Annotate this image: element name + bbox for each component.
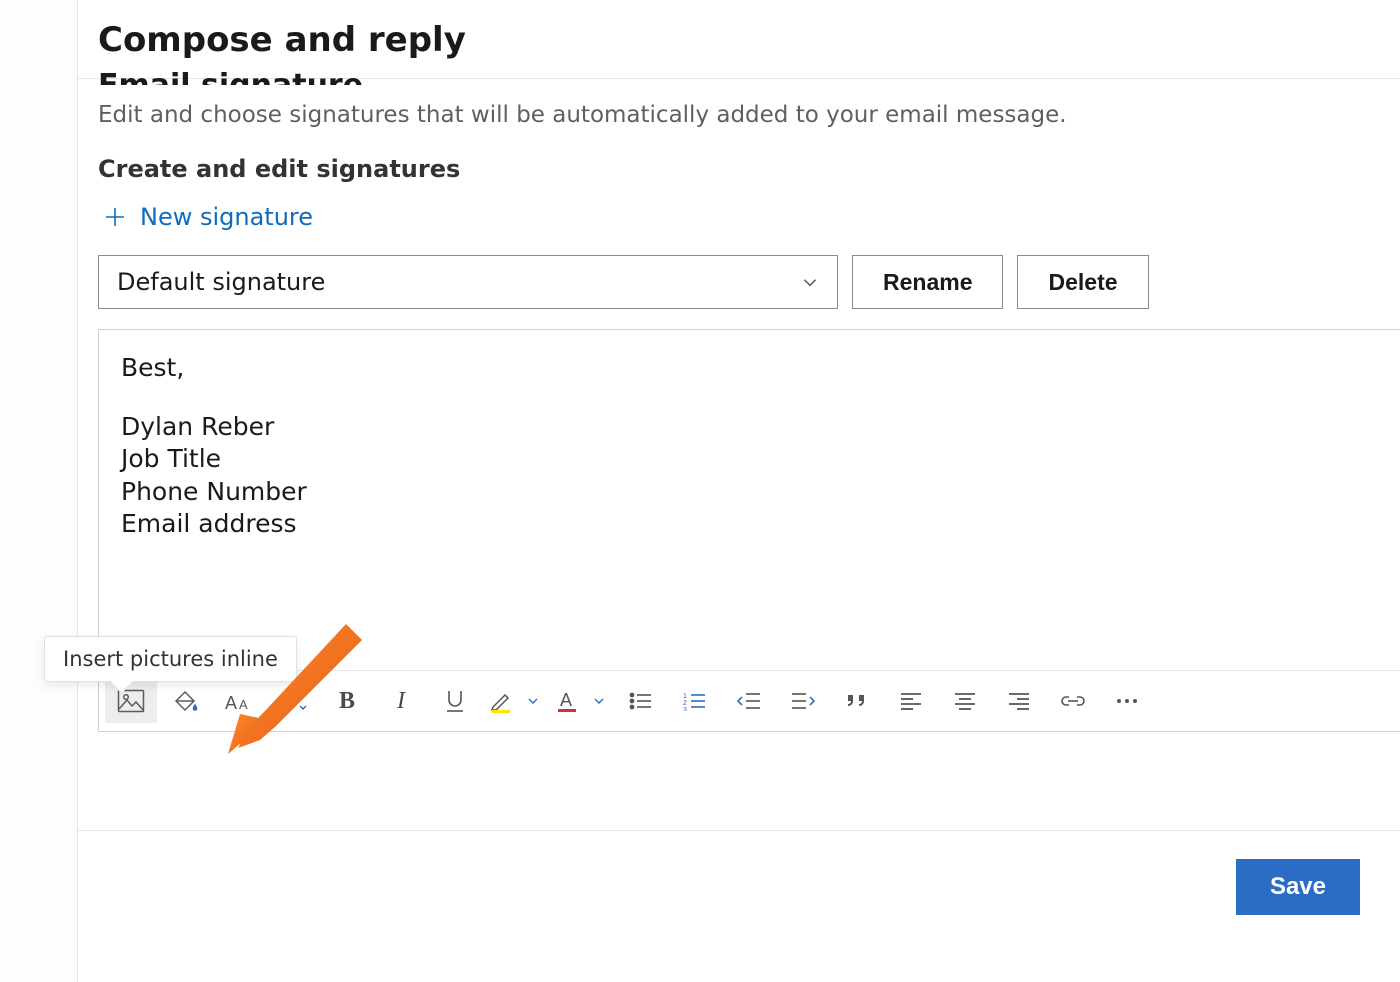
highlighter-icon bbox=[489, 688, 515, 714]
font-button[interactable]: A A bbox=[213, 679, 265, 723]
bold-button[interactable]: B bbox=[321, 679, 373, 723]
font-size-icon: A bbox=[278, 689, 308, 713]
align-center-icon bbox=[953, 691, 977, 711]
svg-text:A: A bbox=[225, 693, 237, 713]
quote-icon bbox=[845, 691, 869, 711]
create-edit-heading: Create and edit signatures bbox=[98, 155, 1380, 183]
insert-link-button[interactable] bbox=[1047, 679, 1099, 723]
svg-text:A: A bbox=[560, 690, 572, 710]
underline-icon bbox=[444, 688, 466, 714]
new-signature-button[interactable]: New signature bbox=[104, 203, 313, 231]
chevron-down-icon bbox=[527, 695, 539, 707]
signature-select-value: Default signature bbox=[117, 268, 325, 296]
plus-icon bbox=[104, 206, 126, 228]
link-icon bbox=[1060, 692, 1086, 710]
format-painter-button[interactable] bbox=[159, 679, 211, 723]
more-icon bbox=[1114, 696, 1140, 706]
signature-editor-content[interactable]: Best, Dylan Reber Job Title Phone Number… bbox=[99, 330, 1400, 670]
svg-text:A: A bbox=[239, 697, 248, 712]
editor-line: Job Title bbox=[121, 443, 1378, 476]
left-rail bbox=[0, 0, 78, 982]
decrease-indent-button[interactable] bbox=[723, 679, 775, 723]
font-color-button[interactable]: A bbox=[549, 679, 613, 723]
italic-button[interactable]: I bbox=[375, 679, 427, 723]
signature-select[interactable]: Default signature bbox=[98, 255, 838, 309]
align-right-icon bbox=[1007, 691, 1031, 711]
font-size-button[interactable]: A bbox=[267, 679, 319, 723]
title-bar: Compose and reply bbox=[78, 0, 1400, 78]
section-description: Edit and choose signatures that will be … bbox=[98, 99, 1380, 131]
quote-button[interactable] bbox=[831, 679, 883, 723]
signature-row: Default signature Rename Delete bbox=[98, 255, 1380, 309]
more-options-button[interactable] bbox=[1101, 679, 1153, 723]
svg-text:1: 1 bbox=[683, 693, 687, 700]
bold-icon: B bbox=[339, 688, 355, 715]
editor-line: Phone Number bbox=[121, 476, 1378, 509]
font-color-icon: A bbox=[555, 688, 579, 714]
svg-text:3: 3 bbox=[683, 707, 687, 711]
numbered-list-icon: 1 2 3 bbox=[683, 691, 707, 711]
align-center-button[interactable] bbox=[939, 679, 991, 723]
font-icon: A A bbox=[224, 689, 254, 713]
paint-bucket-icon bbox=[172, 688, 198, 714]
align-left-button[interactable] bbox=[885, 679, 937, 723]
bullet-list-icon bbox=[629, 691, 653, 711]
italic-icon: I bbox=[397, 688, 405, 715]
svg-text:A: A bbox=[280, 693, 292, 713]
chevron-down-icon bbox=[801, 273, 819, 291]
tooltip-text: Insert pictures inline bbox=[63, 647, 278, 671]
numbered-list-button[interactable]: 1 2 3 bbox=[669, 679, 721, 723]
indent-icon bbox=[790, 691, 816, 711]
delete-button[interactable]: Delete bbox=[1017, 255, 1148, 309]
outdent-icon bbox=[736, 691, 762, 711]
content: Email signature Edit and choose signatur… bbox=[78, 71, 1400, 732]
save-button[interactable]: Save bbox=[1236, 859, 1360, 915]
align-right-button[interactable] bbox=[993, 679, 1045, 723]
highlight-color-button[interactable] bbox=[483, 679, 547, 723]
bulleted-list-button[interactable] bbox=[615, 679, 667, 723]
svg-text:2: 2 bbox=[683, 700, 687, 707]
underline-button[interactable] bbox=[429, 679, 481, 723]
page-title: Compose and reply bbox=[98, 20, 1380, 60]
align-left-icon bbox=[899, 691, 923, 711]
increase-indent-button[interactable] bbox=[777, 679, 829, 723]
tooltip-insert-pictures: Insert pictures inline bbox=[44, 636, 297, 682]
editor-line: Dylan Reber bbox=[121, 411, 1378, 444]
rename-button[interactable]: Rename bbox=[852, 255, 1003, 309]
section-heading-partial: Email signature bbox=[98, 71, 1380, 85]
editor-line: Best, bbox=[121, 352, 1378, 385]
footer: Save bbox=[78, 830, 1400, 982]
chevron-down-icon bbox=[593, 695, 605, 707]
new-signature-label: New signature bbox=[140, 203, 313, 231]
editor-line: Email address bbox=[121, 508, 1378, 541]
